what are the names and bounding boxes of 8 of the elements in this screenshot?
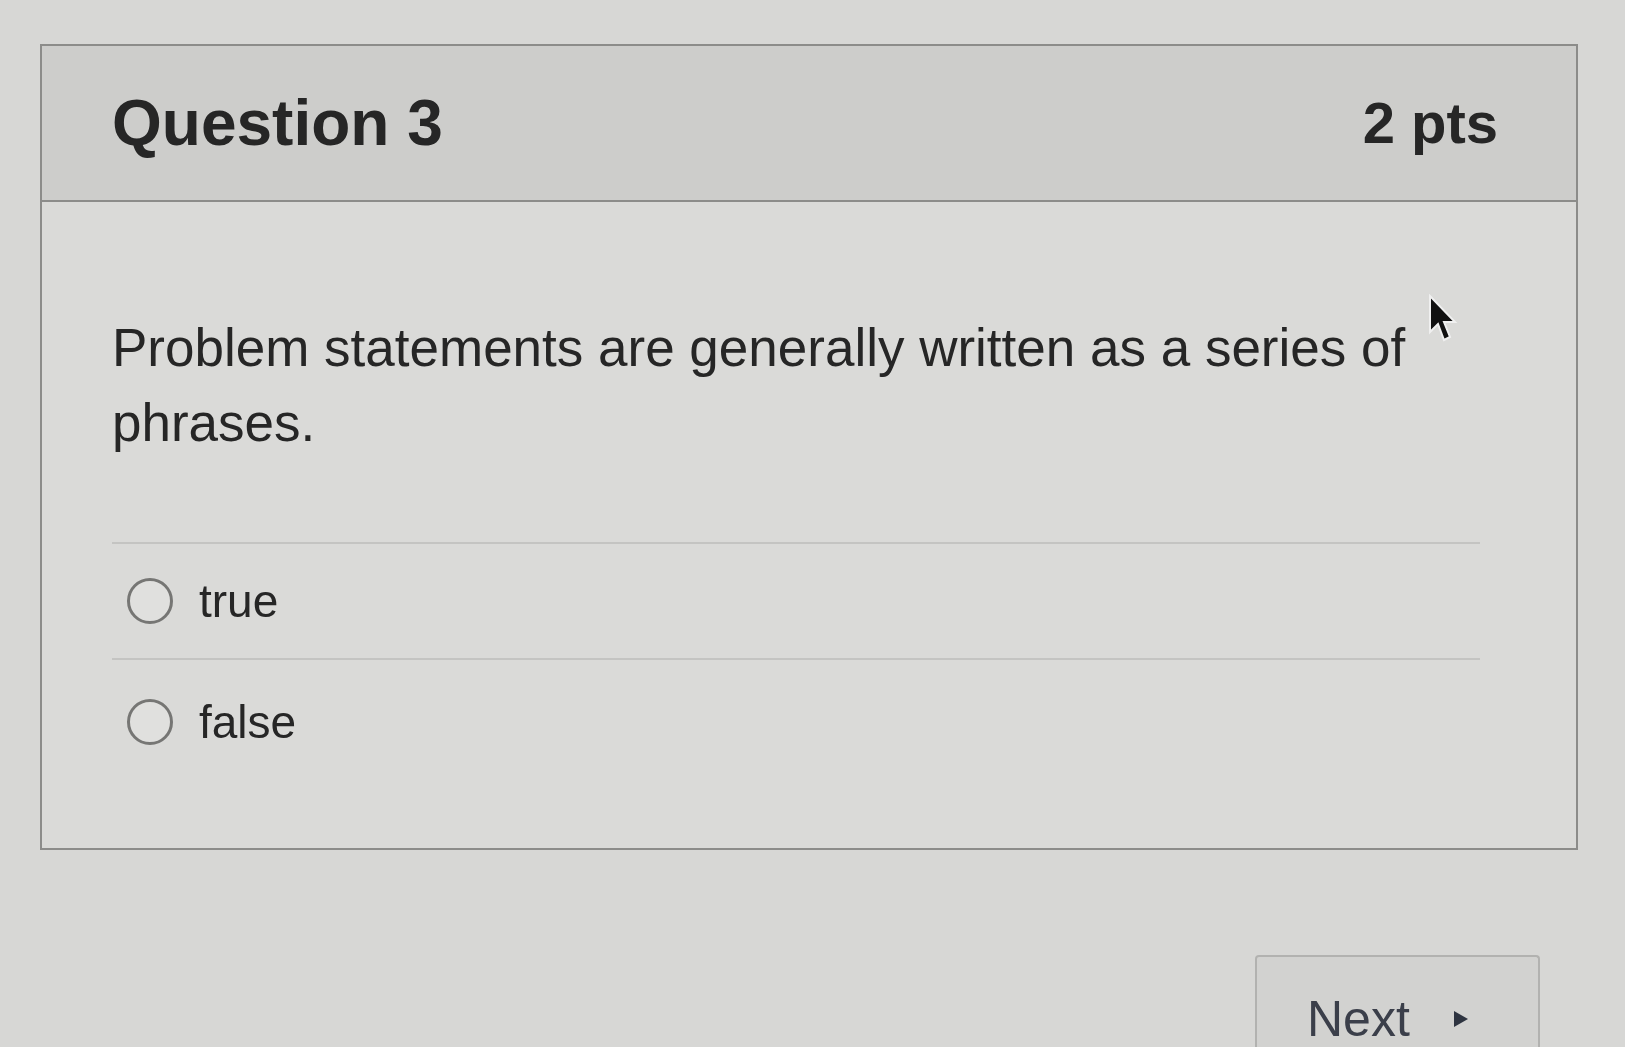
question-text: Problem statements are generally written as a series of phrases. — [112, 317, 1407, 454]
next-button[interactable]: Next — [1255, 955, 1540, 1047]
answer-label: false — [199, 699, 297, 745]
triangle-right-icon — [1453, 1010, 1468, 1027]
mouse-pointer-icon — [1428, 294, 1458, 342]
radio-button[interactable] — [127, 699, 173, 745]
radio-button[interactable] — [127, 578, 173, 624]
answer-label: true — [199, 578, 279, 624]
